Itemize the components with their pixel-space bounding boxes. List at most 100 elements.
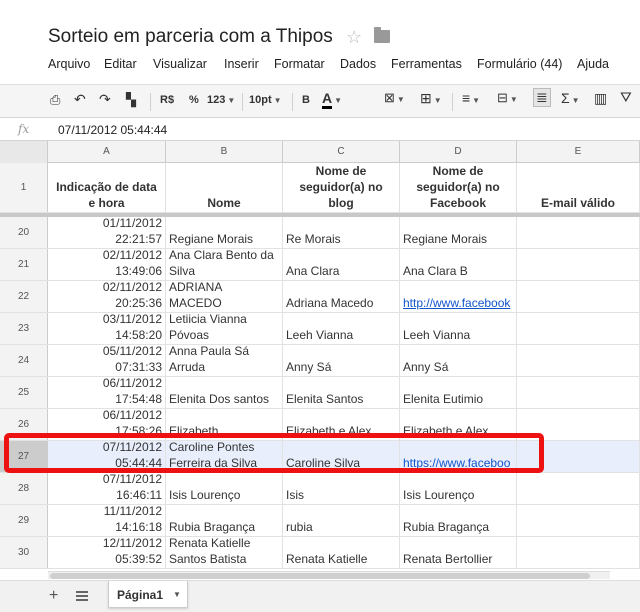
cell-c[interactable]: Nome de seguidor(a) no blog xyxy=(283,163,400,212)
cell-e[interactable] xyxy=(517,473,640,504)
menu-item[interactable]: Visualizar xyxy=(153,57,207,71)
sheet-list-icon[interactable] xyxy=(76,591,88,601)
row-header[interactable]: 22 xyxy=(0,281,48,312)
folder-icon[interactable] xyxy=(374,27,390,43)
cell-d[interactable]: Regiane Morais xyxy=(400,217,517,248)
cell-e[interactable] xyxy=(517,249,640,280)
cell-e[interactable] xyxy=(517,345,640,376)
cell-b[interactable]: Rubia Bragança xyxy=(166,505,283,536)
cell-c[interactable]: Ana Clara xyxy=(283,249,400,280)
cell-b[interactable]: Letiicia Vianna Póvoas xyxy=(166,313,283,344)
filter-icon[interactable]: ⛛ xyxy=(620,89,632,106)
cell-a[interactable]: Indicação de data e hora xyxy=(48,163,166,212)
cell-a[interactable]: 02/11/2012 13:49:06 xyxy=(48,249,166,280)
cell-d[interactable]: Nome de seguidor(a) no Facebook xyxy=(400,163,517,212)
row-header[interactable]: 25 xyxy=(0,377,48,408)
cell-d[interactable]: Rubia Bragança xyxy=(400,505,517,536)
menu-item[interactable]: Formatar xyxy=(274,57,325,71)
row-header[interactable]: 24 xyxy=(0,345,48,376)
cell-d[interactable]: http://www.facebook xyxy=(400,281,517,312)
cell-c[interactable]: Leeh Vianna xyxy=(283,313,400,344)
cell-b[interactable]: Nome xyxy=(166,163,283,212)
font-size-dropdown[interactable]: 10pt ▼ xyxy=(249,94,282,106)
horizontal-scrollbar[interactable] xyxy=(48,571,610,579)
cell-d[interactable]: Ana Clara B xyxy=(400,249,517,280)
wrap-text-icon[interactable]: ≣ xyxy=(533,88,551,107)
table-row[interactable]: 25 06/11/2012 17:54:48 Elenita Dos santos El… xyxy=(0,377,640,409)
menu-item[interactable]: Editar xyxy=(104,57,137,71)
cell-b[interactable]: ADRIANA MACEDO xyxy=(166,281,283,312)
table-row[interactable]: 28 07/11/2012 16:46:11 Isis Lourenço Isis Isi… xyxy=(0,473,640,505)
cell-a[interactable]: 06/11/2012 17:54:48 xyxy=(48,377,166,408)
cell-e[interactable] xyxy=(517,505,640,536)
row-header[interactable]: 1 xyxy=(0,163,48,212)
fill-color-icon[interactable]: ⊠ ▼ xyxy=(384,90,405,106)
text-color-button[interactable]: A ▼ xyxy=(322,90,342,109)
row-header[interactable]: 21 xyxy=(0,249,48,280)
align-icon[interactable]: ≡ ▼ xyxy=(462,90,480,106)
cell-e[interactable] xyxy=(517,217,640,248)
menu-item[interactable]: Dados xyxy=(340,57,376,71)
column-header-d[interactable]: D xyxy=(400,141,517,163)
cell-c[interactable]: Isis xyxy=(283,473,400,504)
cell-c[interactable]: Elenita Santos xyxy=(283,377,400,408)
cell-a[interactable]: 01/11/2012 22:21:57 xyxy=(48,217,166,248)
sum-function-dropdown[interactable]: Σ ▼ xyxy=(561,90,580,106)
chevron-down-icon[interactable]: ▼ xyxy=(173,590,181,599)
cell-a[interactable]: 12/11/2012 05:39:52 xyxy=(48,537,166,568)
cell-c[interactable]: Renata Katielle xyxy=(283,537,400,568)
menu-item[interactable]: Inserir xyxy=(224,57,259,71)
table-row[interactable]: 23 03/11/2012 14:58:20 Letiicia Vianna Póvoa… xyxy=(0,313,640,345)
table-row[interactable]: 29 11/11/2012 14:16:18 Rubia Bragança rubia R… xyxy=(0,505,640,537)
cell-a[interactable]: 02/11/2012 20:25:36 xyxy=(48,281,166,312)
paint-format-icon[interactable]: ▚ xyxy=(126,92,136,108)
cell-c[interactable]: Re Morais xyxy=(283,217,400,248)
cell-d[interactable]: Isis Lourenço xyxy=(400,473,517,504)
cell-b[interactable]: Elenita Dos santos xyxy=(166,377,283,408)
formula-input[interactable]: 07/11/2012 05:44:44 xyxy=(58,123,167,137)
table-row[interactable]: 21 02/11/2012 13:49:06 Ana Clara Bento da Si… xyxy=(0,249,640,281)
add-sheet-button[interactable]: + xyxy=(49,587,58,605)
cell-b[interactable]: Isis Lourenço xyxy=(166,473,283,504)
cell-c[interactable]: Anny Sá xyxy=(283,345,400,376)
row-header[interactable]: 20 xyxy=(0,217,48,248)
cell-e[interactable] xyxy=(517,281,640,312)
column-header-b[interactable]: B xyxy=(166,141,283,163)
star-icon[interactable]: ☆ xyxy=(346,27,362,48)
column-header-c[interactable]: C xyxy=(283,141,400,163)
row-header[interactable]: 30 xyxy=(0,537,48,568)
column-header-a[interactable]: A xyxy=(48,141,166,163)
cell-a[interactable]: 03/11/2012 14:58:20 xyxy=(48,313,166,344)
sheet-tab[interactable]: Página1 ▼ xyxy=(108,581,188,608)
menu-item[interactable]: Arquivo xyxy=(48,57,90,71)
undo-icon[interactable]: ↶ xyxy=(74,91,86,108)
menu-item[interactable]: Ferramentas xyxy=(391,57,462,71)
cell-d[interactable]: Anny Sá xyxy=(400,345,517,376)
menu-item[interactable]: Ajuda xyxy=(577,57,609,71)
column-header-e[interactable]: E xyxy=(517,141,640,163)
cell-e[interactable]: E-mail válido xyxy=(517,163,640,212)
cell-e[interactable] xyxy=(517,537,640,568)
merge-cells-icon[interactable]: ⊟ ▼ xyxy=(497,90,518,106)
menu-item[interactable]: Formulário (44) xyxy=(477,57,562,71)
cell-e[interactable] xyxy=(517,313,640,344)
cell-e[interactable] xyxy=(517,377,640,408)
table-row[interactable]: 22 02/11/2012 20:25:36 ADRIANA MACEDO Adriana… xyxy=(0,281,640,313)
cell-b[interactable]: Ana Clara Bento da Silva xyxy=(166,249,283,280)
row-header[interactable]: 23 xyxy=(0,313,48,344)
row-header[interactable]: 28 xyxy=(0,473,48,504)
spreadsheet-grid[interactable]: ABCDE 1 Indicação de data e hora Nome Nome d… xyxy=(0,141,640,571)
scrollbar-thumb[interactable] xyxy=(50,573,590,579)
redo-icon[interactable]: ↷ xyxy=(99,91,111,108)
document-title[interactable]: Sorteio em parceria com a Thipos xyxy=(48,26,333,48)
currency-format-button[interactable]: R$ xyxy=(160,94,174,106)
borders-icon[interactable]: ⊞ ▼ xyxy=(420,90,442,107)
cell-d[interactable]: Renata Bertollier xyxy=(400,537,517,568)
number-format-dropdown[interactable]: 123 ▼ xyxy=(207,94,235,106)
row-header[interactable]: 29 xyxy=(0,505,48,536)
percent-format-button[interactable]: % xyxy=(189,94,199,106)
table-row[interactable]: 24 05/11/2012 07:31:33 Anna Paula Sá Arruda A… xyxy=(0,345,640,377)
cell-b[interactable]: Anna Paula Sá Arruda xyxy=(166,345,283,376)
cell-b[interactable]: Regiane Morais xyxy=(166,217,283,248)
cell-a[interactable]: 11/11/2012 14:16:18 xyxy=(48,505,166,536)
